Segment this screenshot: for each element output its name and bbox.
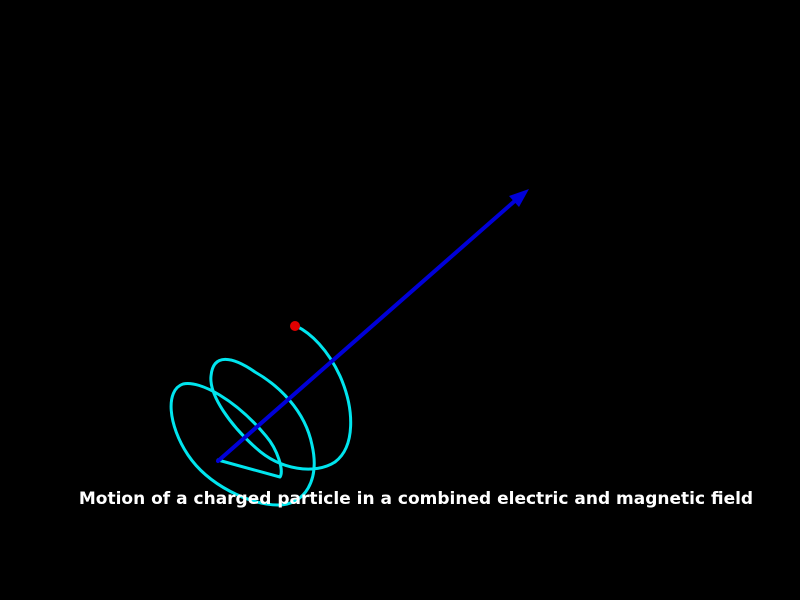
particle-trajectory (169, 324, 353, 507)
field-vector-arrow (216, 197, 519, 463)
charged-particle (290, 321, 300, 331)
diagram-caption: Motion of a charged particle in a combin… (78, 489, 754, 509)
diagram-canvas: Motion of a charged particle in a combin… (0, 0, 800, 600)
